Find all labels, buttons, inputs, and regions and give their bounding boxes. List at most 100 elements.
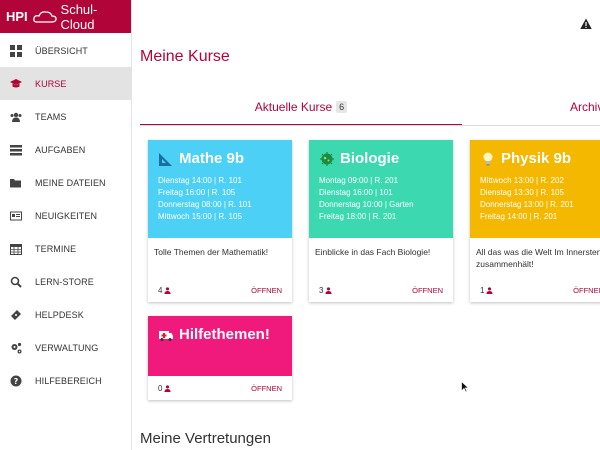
course-card-footer: 3 ÖFFNEN xyxy=(309,278,453,302)
course-card-footer: 1 ÖFFNEN xyxy=(470,278,600,302)
member-count-value: 4 xyxy=(158,285,163,295)
open-course-button[interactable]: ÖFFNEN xyxy=(251,286,282,295)
course-name: Hilfethemen! xyxy=(179,326,270,343)
course-card-hilfethemen[interactable]: Hilfethemen! 0 ÖFFNEN xyxy=(148,316,292,400)
microbe-icon xyxy=(319,151,335,167)
course-name: Physik 9b xyxy=(501,150,572,167)
sidebar-item-label: MEINE DATEIEN xyxy=(35,177,106,188)
search-icon xyxy=(10,276,22,288)
member-count-value: 1 xyxy=(480,285,485,295)
users-icon xyxy=(10,111,22,123)
ambulance-icon xyxy=(158,327,174,343)
calendar-icon xyxy=(10,243,22,255)
newspaper-icon xyxy=(10,210,22,222)
tab-label: Aktuelle Kurse xyxy=(254,100,333,114)
course-card-header: Mathe 9b Dienstag 14:00 | R. 101 Freitag… xyxy=(148,140,292,238)
sidebar-item-meine-dateien[interactable]: MEINE DATEIEN xyxy=(0,166,131,199)
ticket-icon xyxy=(10,309,22,321)
sidebar-nav: ÜBERSICHT KURSE TEAMS AUFGABEN MEINE DAT… xyxy=(0,34,131,397)
user-icon xyxy=(164,286,172,294)
svg-text:?: ? xyxy=(14,377,19,386)
schedule-line: Mittwoch 13:00 | R. 202 xyxy=(480,176,564,185)
user-icon xyxy=(164,384,172,392)
brand-short: HPI xyxy=(6,9,28,24)
brand-title: Schul-Cloud xyxy=(60,1,98,32)
sidebar-item-label: KURSE xyxy=(35,78,67,89)
sidebar-item-label: NEUIGKEITEN xyxy=(35,210,98,221)
user-icon xyxy=(325,286,333,294)
tasks-icon xyxy=(10,144,22,156)
course-name: Biologie xyxy=(340,150,400,167)
course-schedule: Mittwoch 13:00 | R. 202 Dienstag 13:30 |… xyxy=(480,175,600,223)
sidebar-item-label: HILFEBEREICH xyxy=(35,375,102,386)
sidebar-item-hilfebereich[interactable]: ? HILFEBEREICH xyxy=(0,364,131,397)
course-card-footer: 4 ÖFFNEN xyxy=(148,278,292,302)
member-count: 4 xyxy=(158,285,172,295)
member-count: 3 xyxy=(319,285,333,295)
page-title: Meine Kurse xyxy=(140,48,230,65)
folder-icon xyxy=(10,177,22,189)
schedule-line: Montag 09:00 | R. 201 xyxy=(319,176,399,185)
schedule-line: Dienstag 14:00 | R. 101 xyxy=(158,176,242,185)
dashboard-icon xyxy=(10,44,22,57)
light-bulb-icon xyxy=(480,151,496,167)
sidebar-item-teams[interactable]: TEAMS xyxy=(0,100,131,133)
schedule-line: Donnerstag 13:00 | R. 201 xyxy=(480,200,574,209)
cogs-icon xyxy=(10,342,22,354)
mouse-cursor-icon xyxy=(461,381,469,393)
sidebar-item-helpdesk[interactable]: HELPDESK xyxy=(0,298,131,331)
sidebar-item-verwaltung[interactable]: VERWALTUNG xyxy=(0,331,131,364)
course-tabs: Aktuelle Kurse6 Archiv xyxy=(140,96,600,126)
sidebar-item-label: LERN-STORE xyxy=(35,276,94,287)
sidebar-item-kurse[interactable]: KURSE xyxy=(0,67,131,100)
sidebar-item-label: HELPDESK xyxy=(35,309,84,320)
sidebar-item-label: TERMINE xyxy=(35,243,77,254)
section-title-vertretungen: Meine Vertretungen xyxy=(140,430,271,447)
schedule-line: Freitag 16:00 | R. 105 xyxy=(158,188,236,197)
course-card-header: Hilfethemen! xyxy=(148,316,292,376)
sidebar: HPI Schul-Cloud ÜBERSICHT KURSE TEAMS AU… xyxy=(0,0,132,450)
course-card-mathe[interactable]: Mathe 9b Dienstag 14:00 | R. 101 Freitag… xyxy=(148,140,292,302)
schedule-line: Dienstag 13:30 | R. 105 xyxy=(480,188,564,197)
sidebar-item-label: ÜBERSICHT xyxy=(35,45,88,56)
schedule-line: Freitag 14:00 | R. 201 xyxy=(480,212,558,221)
open-course-button[interactable]: ÖFFNEN xyxy=(573,286,600,295)
tabs-divider xyxy=(140,125,600,126)
sidebar-item-lern-store[interactable]: LERN-STORE xyxy=(0,265,131,298)
sidebar-item-aufgaben[interactable]: AUFGABEN xyxy=(0,133,131,166)
tab-aktuelle-kurse[interactable]: Aktuelle Kurse 6 xyxy=(140,96,462,126)
open-course-button[interactable]: ÖFFNEN xyxy=(412,286,443,295)
course-card-header: Biologie Montag 09:00 | R. 201 Dienstag … xyxy=(309,140,453,238)
member-count-value: 0 xyxy=(158,383,163,393)
open-course-button[interactable]: ÖFFNEN xyxy=(251,384,282,393)
member-count: 1 xyxy=(480,285,494,295)
sidebar-item-uebersicht[interactable]: ÜBERSICHT xyxy=(0,34,131,67)
course-schedule: Dienstag 14:00 | R. 101 Freitag 16:00 | … xyxy=(158,175,282,223)
course-schedule: Montag 09:00 | R. 201 Dienstag 16:00 | 1… xyxy=(319,175,443,223)
course-card-physik[interactable]: Physik 9b Mittwoch 13:00 | R. 202 Dienst… xyxy=(470,140,600,302)
member-count-value: 3 xyxy=(319,285,324,295)
course-description: All das was die Welt Im Innersten zusamm… xyxy=(476,247,600,269)
course-card-biologie[interactable]: Biologie Montag 09:00 | R. 201 Dienstag … xyxy=(309,140,453,302)
schedule-line: Donnerstag 08:00 | R. 101 xyxy=(158,200,252,209)
sidebar-item-termine[interactable]: TERMINE xyxy=(0,232,131,265)
sidebar-item-label: TEAMS xyxy=(35,111,67,122)
course-description: Tolle Themen der Mathematik! xyxy=(154,247,269,257)
course-count-badge: 6 xyxy=(336,101,348,113)
course-name: Mathe 9b xyxy=(179,150,245,167)
course-description: Einblicke in das Fach Biologie! xyxy=(315,247,431,257)
schedule-line: Mittwoch 15:00 | R. 105 xyxy=(158,212,242,221)
main-content: Meine Kurse Aktuelle Kurse6 Archiv Mathe… xyxy=(133,0,600,450)
course-card-footer: 0 ÖFFNEN xyxy=(148,376,292,400)
schedule-line: Freitag 18:00 | R. 201 xyxy=(319,212,397,221)
course-card-header: Physik 9b Mittwoch 13:00 | R. 202 Dienst… xyxy=(470,140,600,238)
brand-logo[interactable]: HPI Schul-Cloud xyxy=(0,0,131,33)
sidebar-item-label: AUFGABEN xyxy=(35,144,86,155)
tab-archiv[interactable]: Archiv xyxy=(570,100,600,114)
sidebar-item-neuigkeiten[interactable]: NEUIGKEITEN xyxy=(0,199,131,232)
sidebar-item-label: VERWALTUNG xyxy=(35,342,99,353)
graduation-cap-icon xyxy=(10,78,22,90)
cloud-icon xyxy=(32,10,57,23)
schedule-line: Dienstag 16:00 | 101 xyxy=(319,188,393,197)
warning-icon[interactable] xyxy=(580,18,592,30)
